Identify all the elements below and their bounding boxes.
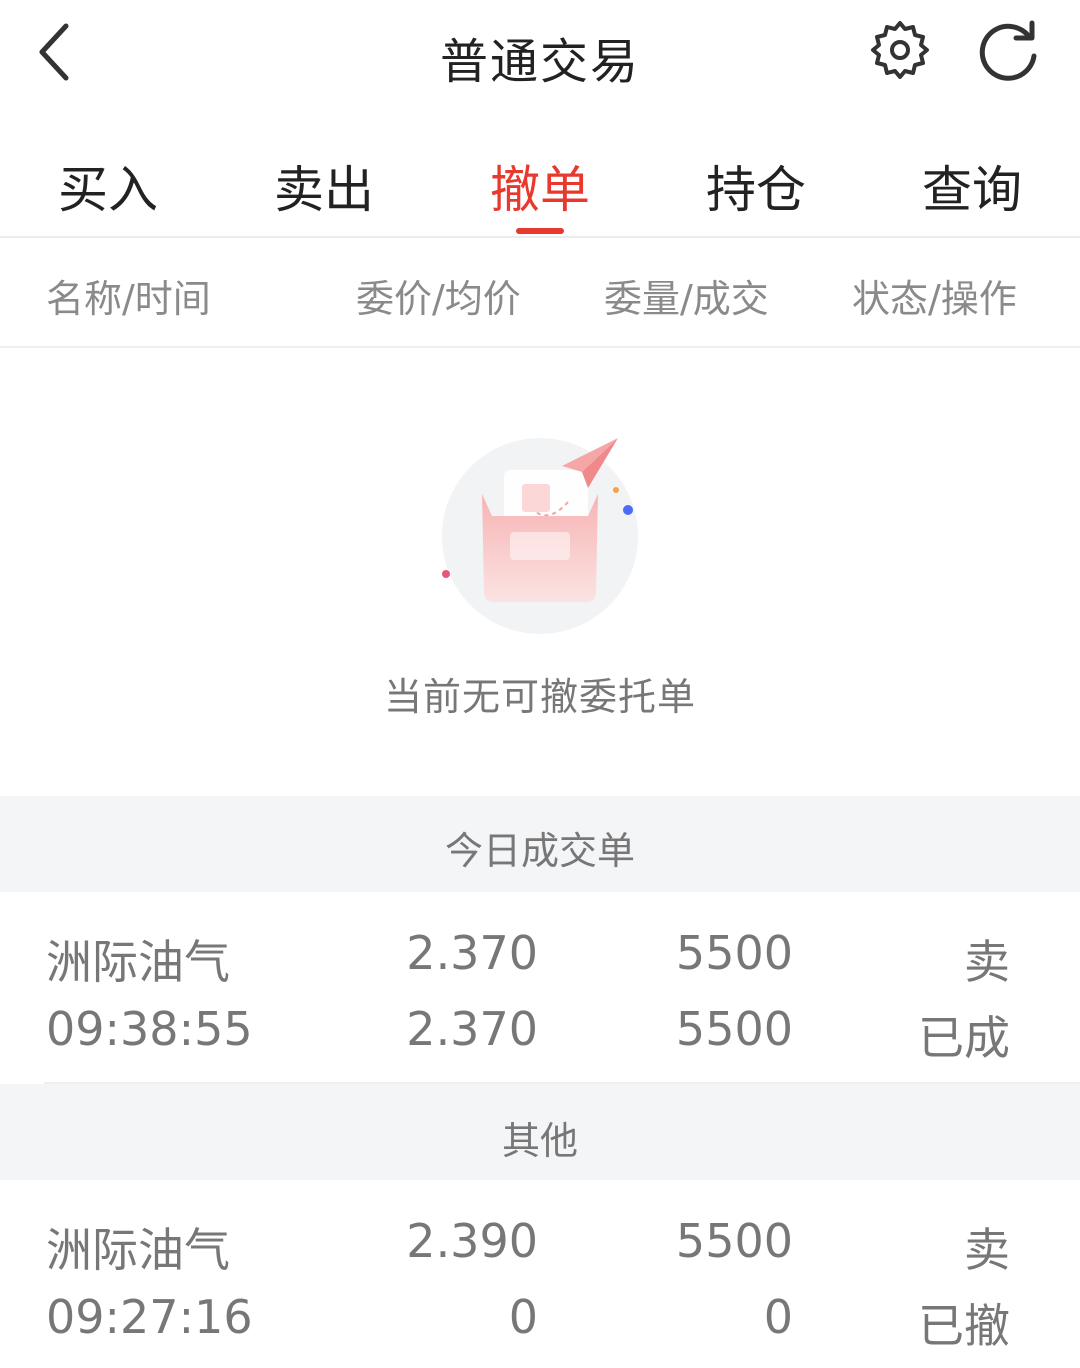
- tab-query[interactable]: 查询: [864, 128, 1080, 236]
- refresh-button[interactable]: [972, 14, 1048, 86]
- tab-positions[interactable]: 持仓: [648, 128, 864, 236]
- top-nav-bar: 普通交易: [0, 0, 1080, 108]
- filled-quantity: 0: [763, 1290, 793, 1344]
- order-quantity: 5500: [675, 926, 793, 980]
- order-time: 09:38:55: [46, 1002, 253, 1056]
- tab-label: 卖出: [274, 161, 374, 219]
- refresh-icon: [979, 20, 1037, 81]
- order-direction: 卖: [964, 935, 1010, 989]
- column-status-action: 状态/操作: [852, 277, 1017, 321]
- column-header: 名称/时间 委价/均价 委量/成交 状态/操作: [0, 238, 1080, 348]
- order-price: 2.370: [406, 926, 538, 980]
- stock-name: 洲际油气: [46, 1223, 230, 1277]
- empty-box-illustration: [442, 438, 638, 634]
- column-qty-filled: 委量/成交: [604, 277, 769, 321]
- section-other-header: 其他: [0, 1084, 1080, 1180]
- order-time: 09:27:16: [46, 1290, 253, 1344]
- empty-state-text: 当前无可撤委托单: [383, 675, 696, 719]
- settings-button[interactable]: [864, 14, 936, 86]
- column-price-avg: 委价/均价: [356, 277, 521, 321]
- tab-label: 买入: [58, 161, 158, 219]
- order-state: 已撤: [918, 1299, 1010, 1353]
- tab-label: 撤单: [490, 161, 590, 219]
- filled-quantity: 5500: [675, 1002, 793, 1056]
- average-price: 2.370: [406, 1002, 538, 1056]
- section-today-header: 今日成交单: [0, 796, 1080, 892]
- stock-name: 洲际油气: [46, 935, 230, 989]
- tab-label: 持仓: [706, 161, 806, 219]
- order-state: 已成: [918, 1011, 1010, 1065]
- empty-state: 当前无可撤委托单: [0, 350, 1080, 796]
- order-direction: 卖: [964, 1223, 1010, 1277]
- order-quantity: 5500: [675, 1214, 793, 1268]
- active-tab-indicator: [516, 228, 564, 234]
- trade-tabs: 买入 卖出 撤单 持仓 查询: [0, 128, 1080, 236]
- tab-cancel-order[interactable]: 撤单: [432, 128, 648, 236]
- order-row[interactable]: 洲际油气 09:27:16 2.390 0 5500 0 卖 已撤: [0, 1180, 1080, 1368]
- order-price: 2.390: [406, 1214, 538, 1268]
- tab-buy[interactable]: 买入: [0, 128, 216, 236]
- average-price: 0: [508, 1290, 538, 1344]
- order-row[interactable]: 洲际油气 09:38:55 2.370 2.370 5500 5500 卖 已成: [0, 892, 1080, 1084]
- tab-label: 查询: [922, 161, 1022, 219]
- gear-icon: [871, 21, 929, 79]
- column-name-time: 名称/时间: [46, 277, 211, 321]
- tab-sell[interactable]: 卖出: [216, 128, 432, 236]
